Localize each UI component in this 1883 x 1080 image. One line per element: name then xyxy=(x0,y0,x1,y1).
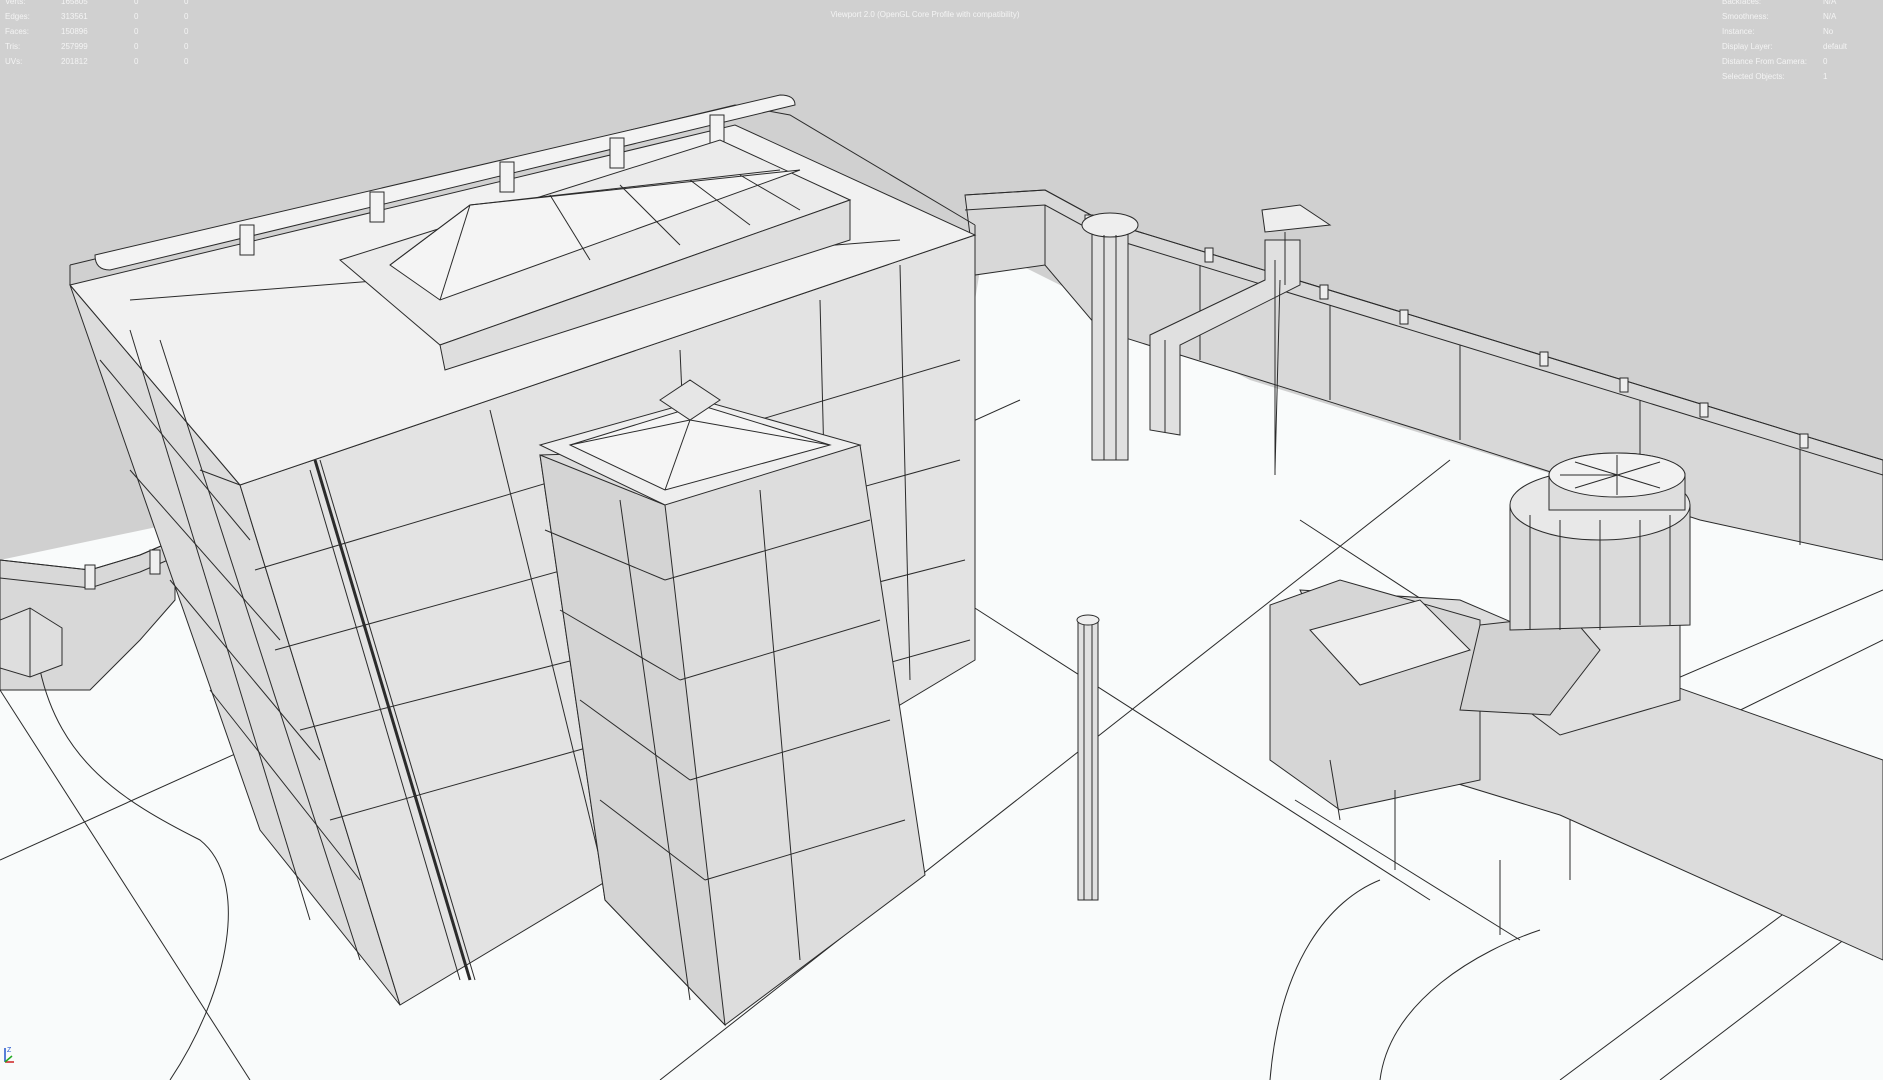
hud-row-smoothness: Smoothness: N/A xyxy=(1722,12,1837,21)
hud-row-display-layer: Display Layer: default xyxy=(1722,42,1848,51)
renderer-label: Viewport 2.0 (OpenGL Core Profile with c… xyxy=(830,10,1020,19)
axis-gizmo-icon: Z xyxy=(2,1044,18,1069)
hud-row-faces: Faces: 150896 0 0 xyxy=(5,27,189,36)
hud-row-uvs: UVs: 201812 0 0 xyxy=(5,57,189,66)
3d-viewport[interactable]: Viewport 2.0 (OpenGL Core Profile with c… xyxy=(0,0,1883,1080)
rooftop-wireframe-scene[interactable] xyxy=(0,0,1883,1080)
hud-row-backfaces: Backfaces: N/A xyxy=(1722,0,1837,6)
hud-row-instance: Instance: No xyxy=(1722,27,1834,36)
object-details-hud: Backfaces: N/A Smoothness: N/A Instance: No… xyxy=(1722,0,1847,84)
poly-count-hud: Verts: 165805 0 0 Edges: 313561 0 0 Faces: 1508… xyxy=(5,0,204,69)
hud-row-selected-objects: Selected Objects: 1 xyxy=(1722,72,1828,81)
hud-row-edges: Edges: 313561 0 0 xyxy=(5,12,189,21)
hud-row-tris: Tris: 257999 0 0 xyxy=(5,42,189,51)
axis-gizmo-label: Z xyxy=(7,1047,12,1054)
vent-pipe-short xyxy=(1076,614,1100,901)
hud-row-verts: Verts: 165805 0 0 xyxy=(5,0,189,6)
hud-row-distance: Distance From Camera: 0 xyxy=(1722,57,1828,66)
